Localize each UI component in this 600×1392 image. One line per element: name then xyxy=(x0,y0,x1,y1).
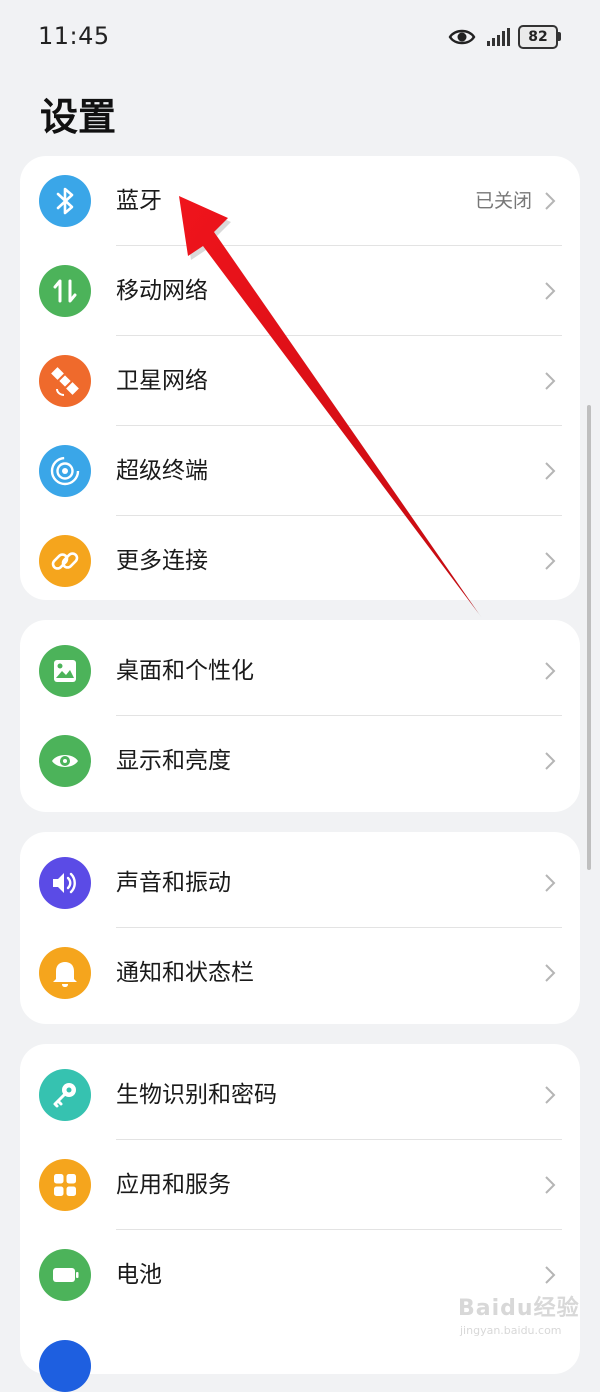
battery-level: 82 xyxy=(518,25,558,49)
eye-comfort-icon xyxy=(448,29,476,45)
link-icon xyxy=(39,535,91,587)
status-time: 11:45 xyxy=(38,22,110,50)
battery-icon xyxy=(39,1249,91,1301)
settings-item-bluetooth[interactable]: 蓝牙 已关闭 xyxy=(20,156,580,246)
settings-item-label: 显示和亮度 xyxy=(116,748,231,774)
chevron-right-icon xyxy=(545,662,556,680)
settings-item-label: 声音和振动 xyxy=(116,870,231,896)
settings-item-label: 电池 xyxy=(116,1262,162,1288)
settings-group-connectivity: 蓝牙 已关闭 移动网络 卫星网络 超级终端 更多连接 xyxy=(20,156,580,600)
watermark: Baidu经验 jingyan.baidu.com xyxy=(458,1290,588,1346)
settings-item-super-device[interactable]: 超级终端 xyxy=(20,426,580,516)
settings-item-partial-icon xyxy=(39,1340,91,1392)
settings-item-label: 生物识别和密码 xyxy=(116,1082,277,1108)
settings-item-label: 卫星网络 xyxy=(116,368,208,394)
eye-icon xyxy=(39,735,91,787)
chevron-right-icon xyxy=(545,462,556,480)
bluetooth-status: 已关闭 xyxy=(474,190,532,212)
settings-item-label: 应用和服务 xyxy=(116,1172,231,1198)
wallpaper-icon xyxy=(39,645,91,697)
settings-item-sound-vibration[interactable]: 声音和振动 xyxy=(20,838,580,928)
super-device-icon xyxy=(39,445,91,497)
watermark-url: jingyan.baidu.com xyxy=(460,1324,562,1337)
apps-icon xyxy=(39,1159,91,1211)
page-title: 设置 xyxy=(40,95,117,139)
settings-item-apps-services[interactable]: 应用和服务 xyxy=(20,1140,580,1230)
settings-item-satellite-network[interactable]: 卫星网络 xyxy=(20,336,580,426)
chevron-right-icon xyxy=(545,1086,556,1104)
settings-item-label: 桌面和个性化 xyxy=(116,658,254,684)
chevron-right-icon xyxy=(545,752,556,770)
chevron-right-icon xyxy=(545,552,556,570)
settings-group-sound: 声音和振动 通知和状态栏 xyxy=(20,832,580,1024)
satellite-icon xyxy=(39,355,91,407)
settings-item-more-connections[interactable]: 更多连接 xyxy=(20,516,580,606)
chevron-right-icon xyxy=(545,372,556,390)
settings-item-label: 蓝牙 xyxy=(116,188,162,214)
chevron-right-icon xyxy=(545,282,556,300)
watermark-logo: Baidu经验 xyxy=(458,1296,580,1321)
settings-item-label: 移动网络 xyxy=(116,278,208,304)
chevron-right-icon xyxy=(545,192,556,210)
settings-item-home-screen-personalization[interactable]: 桌面和个性化 xyxy=(20,626,580,716)
speaker-icon xyxy=(39,857,91,909)
settings-item-notifications-status-bar[interactable]: 通知和状态栏 xyxy=(20,928,580,1018)
settings-item-label: 更多连接 xyxy=(116,548,208,574)
bluetooth-icon xyxy=(39,175,91,227)
settings-item-label: 超级终端 xyxy=(116,458,208,484)
chevron-right-icon xyxy=(545,1176,556,1194)
bell-icon xyxy=(39,947,91,999)
mobile-data-icon xyxy=(39,265,91,317)
signal-icon xyxy=(487,28,510,46)
settings-item-label: 通知和状态栏 xyxy=(116,960,254,986)
chevron-right-icon xyxy=(545,874,556,892)
key-icon xyxy=(39,1069,91,1121)
settings-group-display: 桌面和个性化 显示和亮度 xyxy=(20,620,580,812)
settings-item-mobile-network[interactable]: 移动网络 xyxy=(20,246,580,336)
status-bar: 11:45 82 xyxy=(0,0,600,76)
chevron-right-icon xyxy=(545,964,556,982)
battery-indicator: 82 xyxy=(518,25,562,49)
settings-item-display-brightness[interactable]: 显示和亮度 xyxy=(20,716,580,806)
chevron-right-icon xyxy=(545,1266,556,1284)
settings-item-biometrics-password[interactable]: 生物识别和密码 xyxy=(20,1050,580,1140)
scrollbar[interactable] xyxy=(587,405,591,870)
